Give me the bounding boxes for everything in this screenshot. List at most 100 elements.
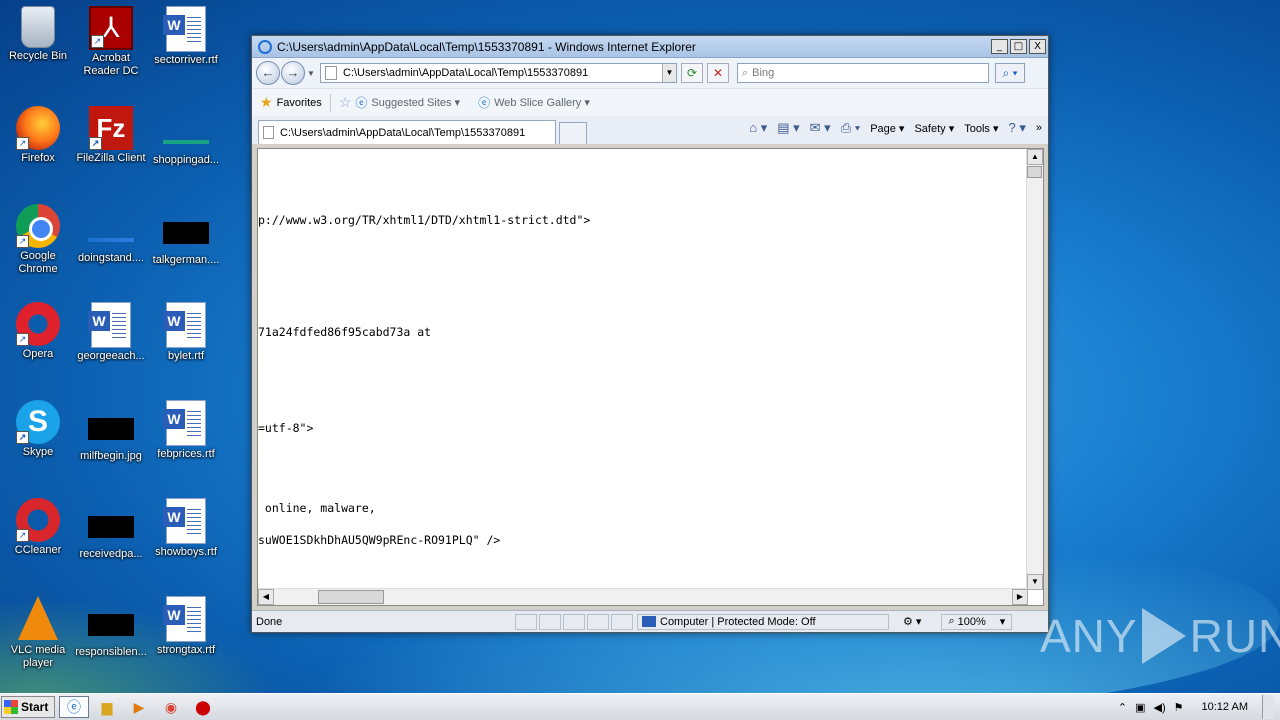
desktop-icon-label: Recycle Bin: [8, 50, 68, 62]
desktop-icon-sectorriver[interactable]: W sectorriver.rtf: [148, 6, 224, 67]
word-document-icon: W: [163, 498, 206, 544]
action-center-flag-icon[interactable]: ⚑: [1174, 701, 1184, 714]
file-icon: [163, 140, 209, 144]
suggested-sites-link[interactable]: Suggested Sites ▾: [371, 96, 460, 109]
volume-icon[interactable]: ◀): [1154, 701, 1166, 714]
page-content[interactable]: p://www.w3.org/TR/xhtml1/DTD/xhtml1-stri…: [257, 148, 1044, 606]
word-document-icon: W: [163, 302, 206, 348]
desktop-icon-filezilla[interactable]: Fz ↗ FileZilla Client: [73, 106, 149, 165]
show-desktop-button[interactable]: [1262, 695, 1274, 719]
desktop-icon-recycle-bin[interactable]: Recycle Bin: [0, 6, 76, 63]
desktop-icon-google-chrome[interactable]: ↗ Google Chrome: [0, 204, 76, 276]
desktop-icon-ccleaner[interactable]: ↗ CCleaner: [0, 498, 76, 557]
desktop-icon-strongtax[interactable]: W strongtax.rtf: [148, 596, 224, 657]
desktop-icon-label: Google Chrome: [18, 250, 58, 275]
history-dropdown[interactable]: ▼: [306, 69, 316, 78]
desktop-icon-label: responsiblen...: [75, 646, 147, 658]
desktop-icon-acrobat[interactable]: ⅄ ↗ Acrobat Reader DC: [73, 6, 149, 78]
window-title: C:\Users\admin\AppData\Local\Temp\155337…: [277, 39, 696, 54]
desktop-icon-receivedpa[interactable]: receivedpa...: [73, 498, 149, 561]
status-cell: [515, 613, 537, 630]
show-hidden-icons-icon[interactable]: ⌃: [1118, 701, 1127, 714]
address-dropdown[interactable]: ▼: [662, 64, 676, 82]
taskbar-chrome-button[interactable]: ◉: [157, 696, 185, 718]
taskbar-antivirus-button[interactable]: ⬤: [189, 696, 217, 718]
desktop-icon-label: FileZilla Client: [76, 152, 146, 164]
stop-button[interactable]: ✕: [707, 63, 729, 83]
web-slice-gallery-link[interactable]: Web Slice Gallery ▾: [494, 96, 590, 109]
zoom-control[interactable]: ⌕ 100% ▾: [941, 613, 1013, 630]
scroll-right-icon[interactable]: ▶: [1012, 589, 1028, 605]
desktop-icon-vlc[interactable]: VLC media player: [0, 596, 76, 670]
address-bar[interactable]: C:\Users\admin\AppData\Local\Temp\155337…: [320, 63, 677, 83]
taskbar-media-player-button[interactable]: ▶: [125, 696, 153, 718]
ie-window: C:\Users\admin\AppData\Local\Temp\155337…: [251, 35, 1049, 633]
title-bar[interactable]: C:\Users\admin\AppData\Local\Temp\155337…: [252, 36, 1048, 58]
vertical-scrollbar[interactable]: ▲ ▼: [1026, 149, 1043, 590]
horizontal-scrollbar[interactable]: ◀ ▶: [258, 588, 1028, 605]
home-icon[interactable]: ⌂ ▾: [749, 120, 767, 136]
network-icon[interactable]: ▣: [1135, 701, 1145, 714]
protected-mode-icon[interactable]: ⚙ ▾: [903, 615, 921, 628]
desktop-icon-georgeeach[interactable]: W georgeeach...: [73, 302, 149, 363]
tools-menu[interactable]: Tools ▾: [964, 122, 998, 135]
scroll-up-icon[interactable]: ▲: [1027, 149, 1043, 165]
desktop-icon-opera[interactable]: ↗ Opera: [0, 302, 76, 361]
zoom-dropdown-icon[interactable]: ▾: [1000, 615, 1006, 628]
system-tray: ⌃ ▣ ◀) ⚑ 10:12 AM: [1118, 694, 1280, 720]
safety-menu[interactable]: Safety ▾: [914, 122, 954, 135]
tab-active[interactable]: C:\Users\admin\AppData\Local\Temp\155337…: [258, 120, 556, 144]
desktop-icon-talkgerman[interactable]: talkgerman....: [148, 204, 224, 267]
add-favorite-icon[interactable]: ☆: [339, 94, 352, 111]
forward-button[interactable]: →: [281, 61, 305, 85]
desktop-icon-shoppingad[interactable]: shoppingad...: [148, 106, 224, 167]
feeds-icon[interactable]: ▤ ▾: [777, 120, 799, 136]
scroll-thumb[interactable]: [318, 590, 384, 604]
desktop-icon-bylet[interactable]: W bylet.rtf: [148, 302, 224, 363]
desktop-icon-responsiblen[interactable]: responsiblen...: [73, 596, 149, 659]
address-input[interactable]: C:\Users\admin\AppData\Local\Temp\155337…: [343, 67, 662, 79]
print-icon[interactable]: ⎙ ▾: [841, 120, 860, 136]
desktop-icon-milfbegin[interactable]: milfbegin.jpg: [73, 400, 149, 463]
clock[interactable]: 10:12 AM: [1202, 701, 1248, 713]
desktop-icon-label: CCleaner: [14, 544, 62, 556]
desktop-icon-label: Skype: [22, 446, 54, 458]
maximize-button[interactable]: □: [1010, 39, 1027, 54]
status-text: Done: [256, 615, 283, 628]
page-icon: [325, 66, 337, 80]
search-button[interactable]: ⌕ ▾: [995, 63, 1025, 83]
windows-logo-icon: [4, 700, 18, 714]
source-line: suWOE1SDkhDhAU5QW9pREnc-RO91PLQ" />: [258, 533, 501, 547]
favorites-button[interactable]: Favorites: [277, 97, 322, 109]
desktop-icon-doingstand[interactable]: doingstand....: [73, 204, 149, 265]
watermark-left: ANY: [1040, 610, 1138, 662]
desktop-icon-skype[interactable]: S ↗ Skype: [0, 400, 76, 459]
taskbar-explorer-button[interactable]: ▆: [93, 696, 121, 718]
mail-icon[interactable]: ✉ ▾: [810, 120, 831, 136]
start-button[interactable]: Start: [1, 696, 55, 718]
back-button[interactable]: ←: [256, 61, 280, 85]
scroll-thumb[interactable]: [1027, 166, 1042, 178]
taskbar-ie-button[interactable]: ⓔ: [59, 696, 89, 718]
desktop-icon-firefox[interactable]: ↗ Firefox: [0, 106, 76, 165]
search-input[interactable]: Bing: [752, 67, 774, 79]
chrome-icon: ↗: [16, 204, 60, 248]
help-icon[interactable]: ? ▾: [1009, 120, 1026, 136]
desktop-icon-label: Acrobat Reader DC: [83, 52, 139, 77]
close-button[interactable]: X: [1029, 39, 1046, 54]
minimize-button[interactable]: _: [991, 39, 1008, 54]
search-box[interactable]: ⌕ Bing: [737, 63, 989, 83]
security-zone[interactable]: Computer | Protected Mode: Off: [637, 613, 889, 630]
scroll-left-icon[interactable]: ◀: [258, 589, 274, 605]
scroll-down-icon[interactable]: ▼: [1027, 574, 1043, 590]
page-menu[interactable]: Page ▾: [870, 122, 904, 135]
desktop-icon-febprices[interactable]: W febprices.rtf: [148, 400, 224, 461]
desktop-icon-showboys[interactable]: W showboys.rtf: [148, 498, 224, 559]
status-cell: [563, 613, 585, 630]
tab-strip: C:\Users\admin\AppData\Local\Temp\155337…: [252, 116, 1048, 144]
new-tab-button[interactable]: [559, 122, 587, 144]
firefox-icon: ↗: [16, 106, 60, 150]
refresh-button[interactable]: ⟳: [681, 63, 703, 83]
chevron-right-icon[interactable]: »: [1036, 122, 1042, 134]
filezilla-icon: Fz ↗: [89, 106, 133, 150]
